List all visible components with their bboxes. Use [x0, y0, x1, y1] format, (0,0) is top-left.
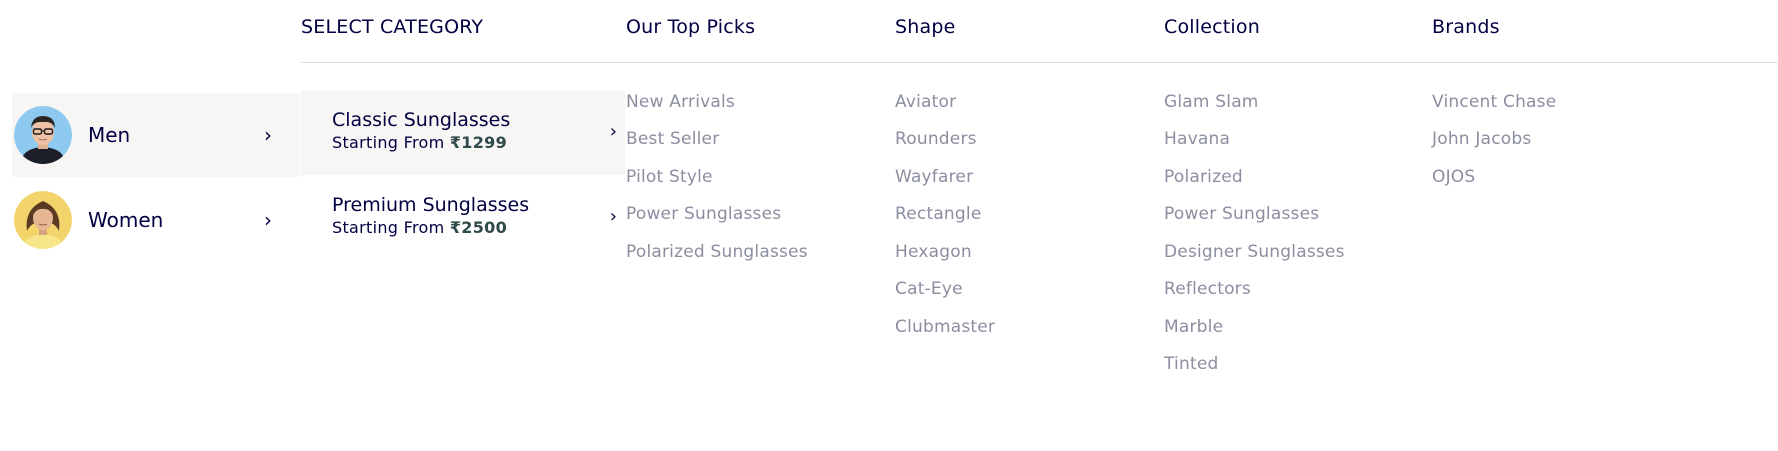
category-price-line: Starting From ₹1299: [332, 133, 507, 152]
header-divider: [301, 62, 1778, 63]
chevron-right-icon: ›: [264, 123, 272, 147]
category-name: Premium Sunglasses: [332, 194, 530, 216]
chevron-right-icon: ›: [609, 206, 617, 227]
shape-link[interactable]: Hexagon: [895, 242, 972, 262]
collection-link[interactable]: Polarized: [1164, 167, 1243, 187]
brand-link[interactable]: Vincent Chase: [1432, 92, 1556, 112]
shape-link[interactable]: Clubmaster: [895, 317, 995, 337]
chevron-right-icon: ›: [264, 208, 272, 232]
top-pick-link[interactable]: New Arrivals: [626, 92, 735, 112]
category-price-prefix: Starting From: [332, 133, 450, 152]
collection-link[interactable]: Tinted: [1164, 354, 1218, 374]
select-category-heading: SELECT CATEGORY: [301, 16, 484, 38]
brand-link[interactable]: OJOS: [1432, 167, 1475, 187]
category-price-prefix: Starting From: [332, 218, 450, 237]
category-item-premium-sunglasses[interactable]: Premium Sunglasses Starting From ₹2500 ›: [301, 176, 625, 260]
category-item-classic-sunglasses[interactable]: Classic Sunglasses Starting From ₹1299 ›: [301, 91, 625, 175]
woman-avatar-icon: [14, 191, 72, 249]
shape-heading: Shape: [895, 16, 956, 38]
shape-link[interactable]: Rectangle: [895, 204, 982, 224]
gender-label-men: Men: [88, 123, 131, 147]
chevron-right-icon: ›: [609, 121, 617, 142]
collection-link[interactable]: Glam Slam: [1164, 92, 1259, 112]
category-price-line: Starting From ₹2500: [332, 218, 507, 237]
brands-heading: Brands: [1432, 16, 1500, 38]
top-pick-link[interactable]: Power Sunglasses: [626, 204, 781, 224]
shape-link[interactable]: Wayfarer: [895, 167, 973, 187]
gender-label-women: Women: [88, 208, 164, 232]
category-price: ₹1299: [449, 133, 508, 152]
gender-item-men[interactable]: Men ›: [12, 93, 300, 177]
shape-link[interactable]: Cat-Eye: [895, 279, 963, 299]
collection-heading: Collection: [1164, 16, 1260, 38]
top-pick-link[interactable]: Pilot Style: [626, 167, 713, 187]
collection-link[interactable]: Power Sunglasses: [1164, 204, 1319, 224]
collection-link[interactable]: Marble: [1164, 317, 1223, 337]
top-pick-link[interactable]: Polarized Sunglasses: [626, 242, 808, 262]
man-avatar-icon: [14, 106, 72, 164]
brand-link[interactable]: John Jacobs: [1432, 129, 1531, 149]
collection-link[interactable]: Designer Sunglasses: [1164, 242, 1345, 262]
shape-link[interactable]: Aviator: [895, 92, 956, 112]
category-price: ₹2500: [449, 218, 508, 237]
gender-item-women[interactable]: Women ›: [12, 178, 300, 262]
collection-link[interactable]: Reflectors: [1164, 279, 1251, 299]
shape-link[interactable]: Rounders: [895, 129, 977, 149]
top-picks-heading: Our Top Picks: [626, 16, 756, 38]
collection-link[interactable]: Havana: [1164, 129, 1230, 149]
top-pick-link[interactable]: Best Seller: [626, 129, 719, 149]
category-name: Classic Sunglasses: [332, 109, 511, 131]
